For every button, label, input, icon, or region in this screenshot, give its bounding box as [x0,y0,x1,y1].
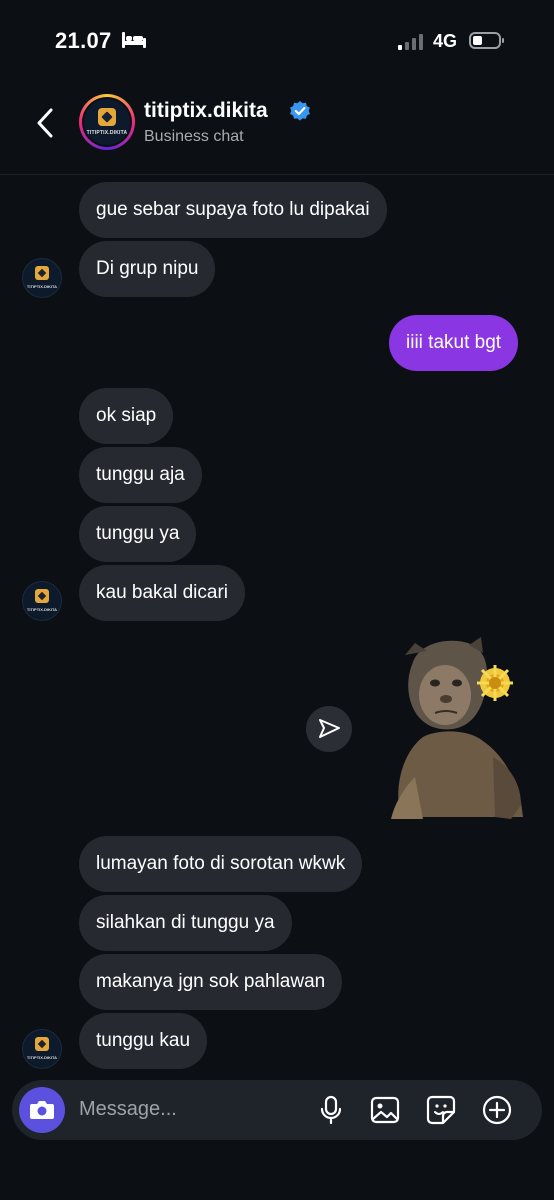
microphone-icon[interactable] [315,1094,347,1126]
message-input[interactable]: Message... [79,1098,177,1121]
message-bubble-incoming[interactable]: tunggu aja [79,447,202,503]
sticker-icon[interactable] [425,1094,457,1126]
sender-avatar[interactable]: TITIPTIX.DIKITA [22,1029,62,1069]
message-bubble-incoming[interactable]: ok siap [79,388,174,444]
network-type: 4G [433,31,458,51]
chat-header: TITIPTIX.DIKITA titiptix.dikita Business… [0,84,554,175]
message-bubble-incoming[interactable]: tunggu ya [79,506,197,562]
chat-username[interactable]: titiptix.dikita [144,99,268,123]
verified-badge-icon [290,101,310,121]
sleep-focus-icon [122,32,146,48]
status-time: 21.07 [55,28,112,53]
camera-button[interactable] [19,1087,65,1133]
avatar-logo-text: TITIPTIX.DIKITA [86,130,128,136]
sender-avatar[interactable]: TITIPTIX.DIKITA [22,258,62,298]
status-bar: 21.07 4G [0,0,554,84]
gallery-icon[interactable] [369,1094,401,1126]
message-composer: Message... [12,1080,542,1140]
battery-icon [469,32,504,49]
camera-icon [30,1101,54,1119]
message-bubble-outgoing[interactable]: iiii takut bgt [389,315,519,371]
message-bubble-incoming[interactable]: gue sebar supaya foto lu dipakai [79,182,387,238]
back-arrow-icon[interactable] [32,106,58,140]
message-bubble-incoming[interactable]: Di grup nipu [79,241,216,297]
message-bubble-incoming[interactable]: makanya jgn sok pahlawan [79,954,343,1010]
chat-subtitle: Business chat [144,128,244,145]
cellular-signal-icon [398,33,426,50]
message-bubble-incoming[interactable]: kau bakal dicari [79,565,246,621]
profile-avatar[interactable]: TITIPTIX.DIKITA [79,94,135,150]
send-icon [319,719,340,738]
sender-avatar[interactable]: TITIPTIX.DIKITA [22,581,62,621]
message-bubble-incoming[interactable]: tunggu kau [79,1013,208,1069]
message-bubble-incoming[interactable]: lumayan foto di sorotan wkwk [79,836,363,892]
add-circle-icon[interactable] [481,1094,513,1126]
message-bubble-incoming[interactable]: silahkan di tunggu ya [79,895,292,951]
monkey-sticker-image[interactable] [383,637,525,819]
share-sticker-button[interactable] [306,706,352,752]
